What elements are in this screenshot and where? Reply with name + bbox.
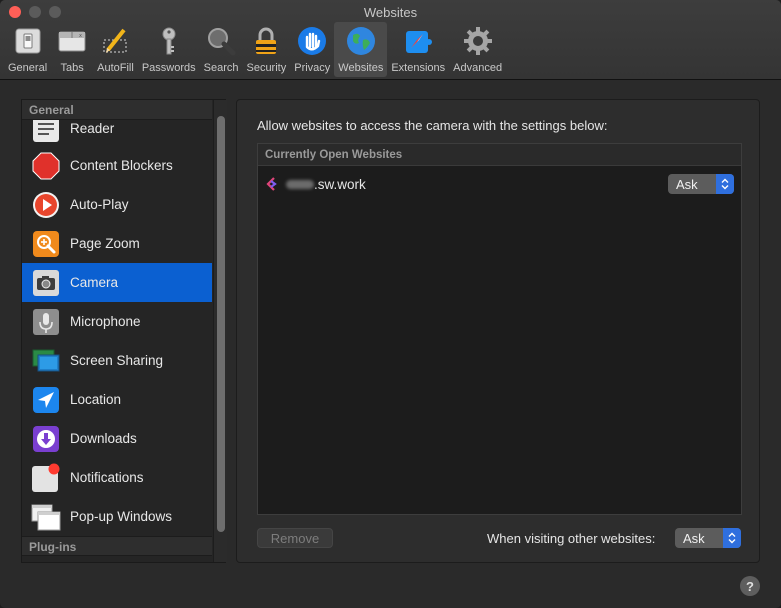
reader-icon <box>31 120 61 144</box>
preferences-window: Websites General x Tabs AutoFill Passwor… <box>0 0 781 608</box>
sidebar-item-downloads[interactable]: Downloads <box>22 419 212 458</box>
sidebar-scrollbar[interactable] <box>213 100 227 562</box>
sidebar-section-general: General <box>22 100 212 120</box>
sidebar-item-reader[interactable]: Reader <box>22 120 212 148</box>
chevron-updown-icon <box>723 528 741 548</box>
titlebar: Websites General x Tabs AutoFill Passwor… <box>0 0 781 80</box>
toolbar-websites[interactable]: Websites <box>334 22 388 77</box>
remove-button[interactable]: Remove <box>257 528 333 548</box>
toolbar-extensions[interactable]: Extensions <box>387 22 449 77</box>
sidebar-section-plugins: Plug-ins <box>22 536 212 556</box>
settings-sidebar: General Reader Content Blockers Auto-Pla… <box>21 99 227 563</box>
sidebar-item-location[interactable]: Location <box>22 380 212 419</box>
toolbar-search[interactable]: Search <box>200 22 243 77</box>
globe-icon <box>344 24 378 58</box>
notification-icon <box>31 463 61 493</box>
table-row[interactable]: .sw.work Ask <box>258 172 741 196</box>
chevron-updown-icon <box>716 174 734 194</box>
site-name: .sw.work <box>314 176 366 192</box>
camera-icon <box>31 268 61 298</box>
autofill-pencil-icon <box>98 24 132 58</box>
zoom-icon <box>31 229 61 259</box>
other-websites-setting-popup[interactable]: Ask <box>675 528 741 548</box>
window-title: Websites <box>363 5 418 20</box>
padlock-icon <box>249 24 283 58</box>
sidebar-item-auto-play[interactable]: Auto-Play <box>22 185 212 224</box>
microphone-icon <box>31 307 61 337</box>
toolbar-privacy[interactable]: Privacy <box>290 22 334 77</box>
sidebar-item-notifications[interactable]: Notifications <box>22 458 212 497</box>
stop-sign-icon <box>31 151 61 181</box>
play-icon <box>31 190 61 220</box>
sidebar-item-popup-windows[interactable]: Pop-up Windows <box>22 497 212 536</box>
screen-sharing-icon <box>31 346 61 376</box>
location-arrow-icon <box>31 385 61 415</box>
download-icon <box>31 424 61 454</box>
toolbar-security[interactable]: Security <box>242 22 290 77</box>
general-switch-icon <box>11 24 45 58</box>
key-icon <box>152 24 186 58</box>
sidebar-scroll-thumb[interactable] <box>217 116 225 532</box>
blurred-domain-prefix <box>286 179 314 189</box>
toolbar-passwords[interactable]: Passwords <box>138 22 200 77</box>
toolbar-tabs[interactable]: x Tabs <box>51 22 93 77</box>
camera-settings-panel: Allow websites to access the camera with… <box>236 99 760 563</box>
toolbar-advanced[interactable]: Advanced <box>449 22 506 77</box>
other-websites-label: When visiting other websites: <box>487 531 656 546</box>
site-favicon-icon <box>266 177 277 191</box>
svg-text:x: x <box>79 33 82 39</box>
table-header-open-websites: Currently Open Websites <box>258 144 741 166</box>
tabs-icon: x <box>55 24 89 58</box>
sidebar-list: Reader Content Blockers Auto-Play Page Z… <box>22 120 212 536</box>
sidebar-item-content-blockers[interactable]: Content Blockers <box>22 146 212 185</box>
gear-icon <box>461 24 495 58</box>
puzzle-compass-icon <box>401 24 435 58</box>
magnifier-icon <box>204 24 238 58</box>
toolbar-autofill[interactable]: AutoFill <box>93 22 138 77</box>
popup-windows-icon <box>31 502 61 532</box>
sidebar-item-page-zoom[interactable]: Page Zoom <box>22 224 212 263</box>
websites-table: Currently Open Websites .sw.work Ask <box>257 143 742 515</box>
help-button[interactable]: ? <box>740 576 760 596</box>
panel-description: Allow websites to access the camera with… <box>257 118 608 133</box>
sidebar-item-microphone[interactable]: Microphone <box>22 302 212 341</box>
toolbar-general[interactable]: General <box>4 22 51 77</box>
hand-icon <box>295 24 329 58</box>
preferences-toolbar: General x Tabs AutoFill Passwords Search… <box>4 22 506 78</box>
site-camera-setting-popup[interactable]: Ask <box>668 174 734 194</box>
popup-value: Ask <box>676 176 698 192</box>
sidebar-item-screen-sharing[interactable]: Screen Sharing <box>22 341 212 380</box>
sidebar-item-camera[interactable]: Camera <box>22 263 212 302</box>
popup-value: Ask <box>683 530 705 546</box>
